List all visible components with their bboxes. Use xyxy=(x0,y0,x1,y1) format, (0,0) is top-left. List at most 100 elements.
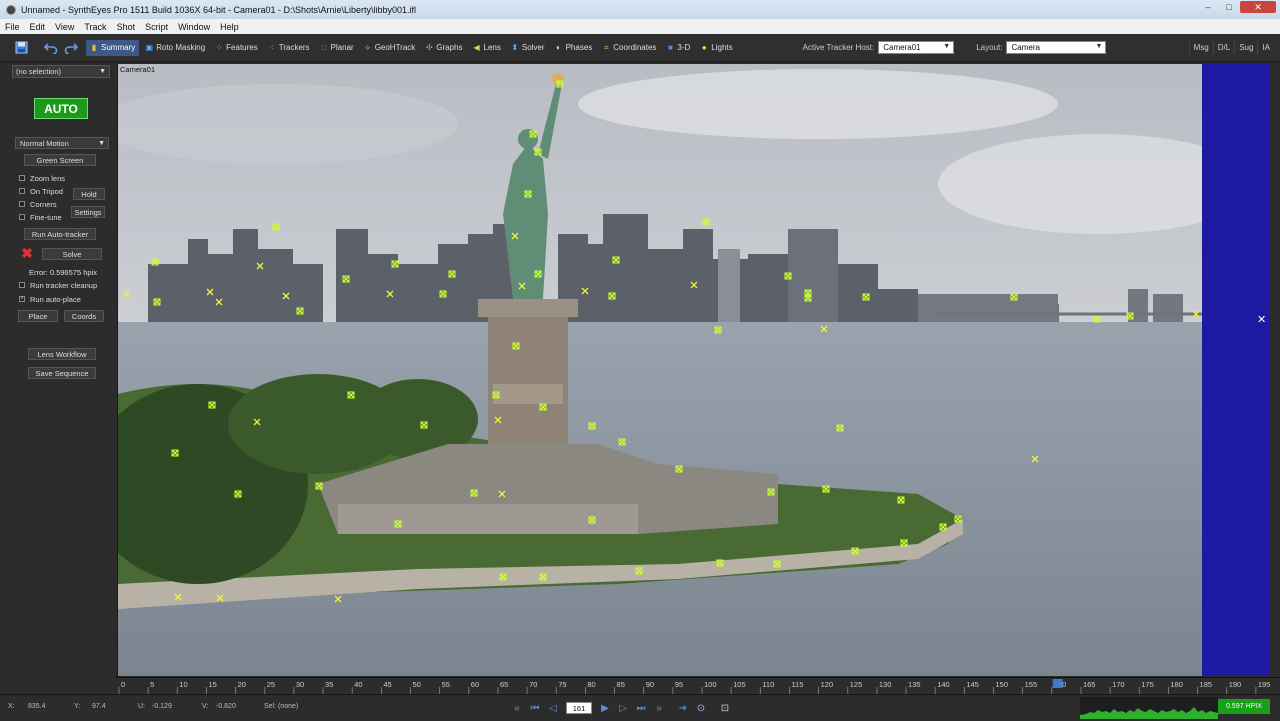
tracker-marker[interactable] xyxy=(499,573,507,581)
tracker-marker[interactable] xyxy=(529,130,537,138)
tracker-marker[interactable] xyxy=(334,595,342,603)
green-screen-button[interactable]: Green Screen xyxy=(24,154,96,166)
arrow-right-icon[interactable]: ➜ xyxy=(674,701,692,715)
layout-select[interactable]: Camera ▼ xyxy=(1006,41,1107,54)
menu-track[interactable]: Track xyxy=(79,22,111,32)
selection-select[interactable]: (no selection) ▼ xyxy=(12,65,110,78)
camera-viewport[interactable] xyxy=(118,64,1202,676)
current-frame-marker[interactable] xyxy=(1052,679,1063,688)
tracker-overlay[interactable] xyxy=(118,64,1202,676)
tracker-marker[interactable] xyxy=(282,292,290,300)
on-tripod-checkbox[interactable]: On Tripod xyxy=(19,186,63,196)
active-tracker-host-select[interactable]: Camera01 ▼ xyxy=(878,41,955,54)
step-back-icon[interactable]: ◁ xyxy=(544,701,562,715)
dl-button[interactable]: D/L xyxy=(1212,40,1234,55)
place-button[interactable]: Place xyxy=(18,310,58,322)
tracker-marker[interactable] xyxy=(714,326,722,334)
tab-trackers[interactable]: ⁖ Trackers xyxy=(264,40,314,56)
tracker-marker[interactable] xyxy=(836,424,844,432)
tracker-marker[interactable] xyxy=(470,489,478,497)
tracker-marker[interactable] xyxy=(524,190,532,198)
cancel-x-icon[interactable]: ✖ xyxy=(20,245,34,261)
tracker-marker[interactable] xyxy=(492,391,500,399)
fast-forward-icon[interactable]: » xyxy=(650,701,668,715)
tracker-marker[interactable] xyxy=(690,281,698,289)
tracker-marker[interactable] xyxy=(296,307,304,315)
tab-lights[interactable]: ● Lights xyxy=(696,40,736,56)
tracker-marker[interactable] xyxy=(315,482,323,490)
tracker-marker[interactable] xyxy=(534,270,542,278)
sug-button[interactable]: Sug xyxy=(1234,40,1257,55)
save-sequence-button[interactable]: Save Sequence xyxy=(28,367,96,379)
tracker-marker[interactable] xyxy=(900,539,908,547)
tracker-marker[interactable] xyxy=(539,403,547,411)
tracker-marker[interactable] xyxy=(512,342,520,350)
tracker-marker[interactable] xyxy=(612,256,620,264)
menu-file[interactable]: File xyxy=(0,22,25,32)
tracker-marker[interactable] xyxy=(820,325,828,333)
tracker-marker[interactable] xyxy=(954,515,962,523)
tab-solver[interactable]: ⬍ Solver xyxy=(507,40,549,56)
tracker-marker[interactable] xyxy=(1126,312,1134,320)
tracker-marker[interactable] xyxy=(153,298,161,306)
fit-view-icon[interactable]: ⊡ xyxy=(716,701,734,715)
tracker-marker[interactable] xyxy=(588,516,596,524)
tracker-marker[interactable] xyxy=(539,573,547,581)
magnifier-icon[interactable]: ⊙ xyxy=(692,701,710,715)
menu-view[interactable]: View xyxy=(50,22,79,32)
tracker-marker[interactable] xyxy=(939,523,947,531)
tab-3d[interactable]: ■ 3-D xyxy=(662,40,694,56)
motion-select[interactable]: Normal Motion ▼ xyxy=(15,137,109,149)
timeline-bar[interactable]: 0 5 10 15 20 25 30 35 40 45 50 55 60 65 70 75 80 85 90 95 10… xyxy=(116,677,1280,695)
coords-button[interactable]: Coords xyxy=(64,310,104,322)
tracker-marker[interactable] xyxy=(253,418,261,426)
run-auto-place-checkbox[interactable]: × Run auto-place xyxy=(19,294,81,304)
tracker-marker[interactable] xyxy=(716,559,724,567)
tracker-marker[interactable] xyxy=(675,465,683,473)
tracker-marker[interactable] xyxy=(581,287,589,295)
close-button[interactable]: ✕ xyxy=(1240,1,1276,13)
tracker-marker[interactable] xyxy=(534,148,542,156)
tracker-marker[interactable] xyxy=(511,232,519,240)
tracker-marker[interactable] xyxy=(498,490,506,498)
rewind-to-start-icon[interactable]: « xyxy=(508,701,526,715)
msg-button[interactable]: Msg xyxy=(1188,40,1213,55)
tracker-marker[interactable] xyxy=(208,401,216,409)
step-forward-icon[interactable]: ▷ xyxy=(614,701,632,715)
settings-button[interactable]: Settings xyxy=(71,206,105,218)
tracker-marker[interactable] xyxy=(608,292,616,300)
tracker-marker[interactable] xyxy=(556,80,564,88)
timeline-ruler[interactable]: 0 5 10 15 20 25 30 35 40 45 50 55 60 65 70 75 80 85 90 95 10… xyxy=(116,678,1280,695)
maximize-button[interactable]: □ xyxy=(1219,1,1239,13)
auto-button[interactable]: AUTO xyxy=(34,98,88,119)
tracker-marker[interactable] xyxy=(439,290,447,298)
tracker-marker[interactable] xyxy=(635,567,643,575)
tracker-marker[interactable] xyxy=(420,421,428,429)
solve-button[interactable]: Solve xyxy=(42,248,102,260)
zoom-lens-checkbox[interactable]: Zoom lens xyxy=(19,173,65,183)
tab-geohtrack[interactable]: ⟡ GeoHTrack xyxy=(360,40,420,56)
tab-lens[interactable]: ◀ Lens xyxy=(469,40,505,56)
ia-button[interactable]: IA xyxy=(1257,40,1274,55)
redo-icon[interactable] xyxy=(64,41,78,55)
tracker-marker[interactable] xyxy=(256,262,264,270)
play-icon[interactable]: ▶ xyxy=(596,701,614,715)
fine-tune-checkbox[interactable]: Fine-tune xyxy=(19,212,62,222)
undo-icon[interactable] xyxy=(44,41,58,55)
tracker-marker[interactable] xyxy=(702,218,710,226)
tracker-marker[interactable] xyxy=(174,593,182,601)
tracker-marker[interactable] xyxy=(272,223,280,231)
tracker-marker[interactable] xyxy=(215,298,223,306)
tracker-marker[interactable] xyxy=(171,449,179,457)
next-key-icon[interactable]: ⏭ xyxy=(632,701,650,715)
run-tracker-cleanup-checkbox[interactable]: Run tracker cleanup xyxy=(19,280,97,290)
tab-summary[interactable]: ▮ Summary xyxy=(86,39,140,56)
minimize-button[interactable]: – xyxy=(1198,1,1218,13)
tracker-marker[interactable] xyxy=(494,416,502,424)
frame-number-field[interactable]: 161 xyxy=(566,702,592,714)
menu-window[interactable]: Window xyxy=(173,22,215,32)
tracker-marker[interactable] xyxy=(391,260,399,268)
tracker-marker[interactable] xyxy=(767,488,775,496)
tracker-marker[interactable] xyxy=(342,275,350,283)
tracker-marker[interactable] xyxy=(588,422,596,430)
